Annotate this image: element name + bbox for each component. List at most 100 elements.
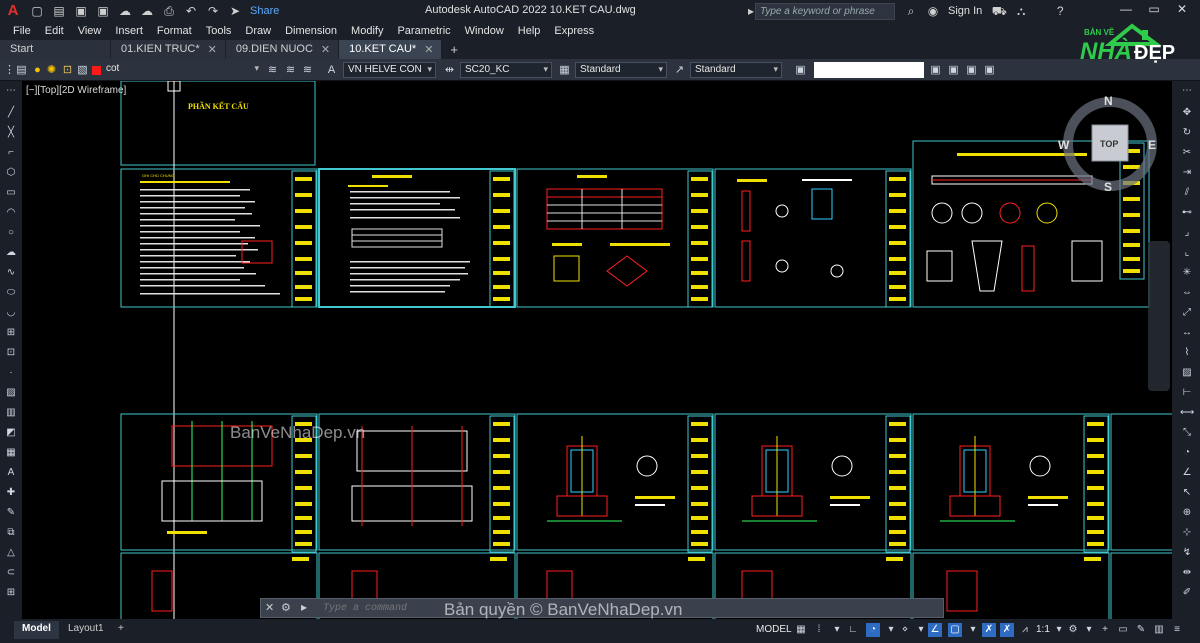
layer-match-icon[interactable]: ≋ (300, 63, 315, 77)
workspace-gear-icon[interactable]: ⚙ (1066, 623, 1080, 637)
table-style-icon[interactable]: ▦ (557, 63, 572, 77)
add-selected-icon[interactable]: ✚ (4, 487, 18, 499)
a360-icon[interactable]: ⛬ (1013, 3, 1029, 19)
polar-icon[interactable]: ◔ (866, 623, 880, 637)
dim-edit-icon[interactable]: ✐ (1180, 587, 1194, 599)
layer-properties-icon[interactable]: ▤ (14, 63, 29, 77)
isodraft-icon[interactable]: ⋄ (898, 623, 912, 637)
table-style-dropdown[interactable]: Standard ▾ (575, 62, 667, 78)
menu-edit[interactable]: Edit (45, 25, 64, 37)
search-icon[interactable]: ⌕ (903, 3, 919, 19)
viewcube[interactable]: TOP N S E W (1058, 94, 1157, 194)
menu-express[interactable]: Express (554, 25, 594, 37)
lock-icon[interactable]: ⊡ (60, 63, 75, 77)
workspace-dropdown-icon[interactable]: ▾ (1082, 623, 1096, 637)
insert-block-icon[interactable]: ⊞ (4, 327, 18, 339)
menu-modify[interactable]: Modify (351, 25, 383, 37)
gradient-icon[interactable]: ▥ (4, 407, 18, 419)
close-icon[interactable]: ✕ (208, 43, 217, 56)
tab-dien-nuoc[interactable]: 09.DIEN NUOC ✕ (225, 40, 339, 59)
help-icon[interactable]: ? (1052, 3, 1068, 19)
dim-style-dropdown[interactable]: SC20_KC ▾ (460, 62, 552, 78)
user-icon[interactable]: ◉ (925, 3, 941, 19)
stretch-icon[interactable]: ⇔ (1180, 287, 1194, 299)
cart-icon[interactable]: ⛟ (991, 3, 1007, 19)
array-icon[interactable]: ⊞ (4, 587, 18, 599)
tab-kien-truc[interactable]: 01.KIEN TRUC* ✕ (111, 40, 225, 59)
mtext-icon[interactable]: A (4, 467, 18, 479)
print-icon[interactable]: ⎙ (161, 3, 177, 19)
text-style-icon[interactable]: A (324, 63, 339, 77)
polar-dropdown-icon[interactable]: ▾ (884, 623, 898, 637)
trim-icon[interactable]: ✂ (1180, 147, 1194, 159)
dim-update-icon[interactable]: ↯ (1180, 547, 1194, 559)
menu-window[interactable]: Window (465, 25, 504, 37)
scale-icon[interactable]: ⤢ (1180, 307, 1194, 319)
toolbar-icon-4[interactable]: ▣ (982, 63, 997, 77)
fillet-icon[interactable]: ⌞ (1180, 247, 1194, 259)
menu-insert[interactable]: Insert (115, 25, 143, 37)
layer-previous-icon[interactable]: ≋ (283, 63, 298, 77)
navigation-bar[interactable] (1148, 241, 1170, 391)
lengthen-icon[interactable]: ↔ (1180, 327, 1194, 339)
add-layout-button[interactable]: + (110, 621, 132, 639)
dim-style-icon[interactable]: ⇹ (442, 63, 457, 77)
recent-commands-icon[interactable]: ▸ (301, 600, 307, 614)
circle-icon[interactable]: ○ (4, 227, 18, 239)
toolbar-icon-2[interactable]: ▣ (946, 63, 961, 77)
mirror-icon[interactable]: △ (4, 547, 18, 559)
share-icon[interactable]: ➤ (227, 3, 243, 19)
annotation-scale-icon[interactable]: ⩘ (1018, 623, 1032, 637)
annotation-autoscale-icon[interactable]: ✗ (1000, 623, 1014, 637)
chamfer-icon[interactable]: ⌟ (1180, 227, 1194, 239)
close-icon[interactable]: ✕ (424, 43, 433, 56)
tab-start[interactable]: Start (0, 40, 110, 59)
polyline-icon[interactable]: ⌐ (4, 147, 18, 159)
mleader-style-dropdown[interactable]: Standard ▾ (690, 62, 782, 78)
compass-east[interactable]: E (1148, 138, 1156, 152)
close-icon[interactable]: ✕ (321, 43, 330, 56)
move-icon[interactable]: ✥ (1180, 107, 1194, 119)
redo-icon[interactable]: ↷ (205, 3, 221, 19)
toolbar-icon-3[interactable]: ▣ (964, 63, 979, 77)
menu-help[interactable]: Help (518, 25, 541, 37)
sun-icon[interactable]: ✺ (44, 63, 59, 77)
compass-south[interactable]: S (1104, 180, 1112, 194)
settings-icon[interactable]: ⚙ (281, 601, 291, 614)
toolbar-icon-1[interactable]: ▣ (928, 63, 943, 77)
maximize-icon[interactable]: ▭ (1140, 2, 1168, 16)
model-space-button[interactable]: MODEL (756, 624, 792, 635)
rotate-icon[interactable]: ↻ (1180, 127, 1194, 139)
snap-dropdown-icon[interactable]: ▾ (830, 623, 844, 637)
save-as-icon[interactable]: ▣ (95, 3, 111, 19)
viewport-controls[interactable]: [−][Top][2D Wireframe] (26, 85, 126, 96)
annotation-monitor-icon[interactable]: + (1098, 623, 1112, 637)
object-snap-tracking-icon[interactable]: ∠ (928, 623, 942, 637)
region-icon[interactable]: ◩ (4, 427, 18, 439)
autocad-logo[interactable]: A (0, 0, 26, 22)
menu-tools[interactable]: Tools (206, 25, 232, 37)
dim-angular-icon[interactable]: ∠ (1180, 467, 1194, 479)
text-style-dropdown[interactable]: VN HELVE CON ▾ (343, 62, 436, 78)
menu-format[interactable]: Format (157, 25, 192, 37)
scale-dropdown-icon[interactable]: ▾ (1052, 623, 1066, 637)
pedit-icon[interactable]: ⌇ (1180, 347, 1194, 359)
copy-icon[interactable]: ⧉ (4, 527, 18, 539)
close-icon[interactable]: ✕ (1168, 2, 1196, 16)
dim-aligned-icon[interactable]: ⤡ (1180, 427, 1194, 439)
arc-icon[interactable]: ◠ (4, 207, 18, 219)
menu-draw[interactable]: Draw (245, 25, 271, 37)
line-icon[interactable]: ╱ (4, 107, 18, 119)
compass-north[interactable]: N (1104, 94, 1113, 108)
compass-west[interactable]: W (1058, 138, 1070, 152)
explode-icon[interactable]: ✳ (1180, 267, 1194, 279)
mleader-style-icon[interactable]: ↗ (672, 63, 687, 77)
menu-dimension[interactable]: Dimension (285, 25, 337, 37)
extend-icon[interactable]: ⇥ (1180, 167, 1194, 179)
table-icon[interactable]: ▦ (4, 447, 18, 459)
viewcube-top[interactable]: TOP (1100, 139, 1118, 149)
annotation-visibility-icon[interactable]: ✗ (982, 623, 996, 637)
bulb-icon[interactable]: ● (30, 63, 45, 77)
save-icon[interactable]: ▣ (73, 3, 89, 19)
cloud-save-icon[interactable]: ☁ (139, 3, 155, 19)
